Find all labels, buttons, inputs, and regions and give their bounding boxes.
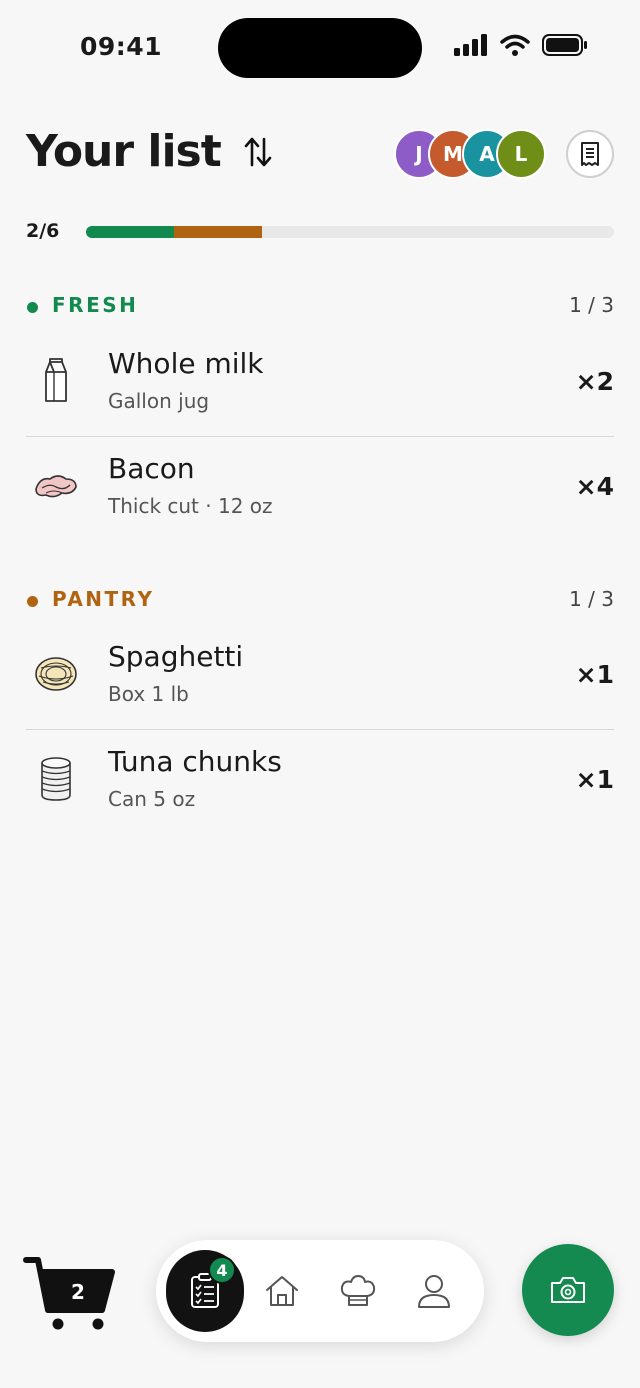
- signal-icon: [454, 34, 487, 56]
- home-icon: [266, 1276, 298, 1306]
- progress-fresh-segment: [86, 226, 175, 238]
- profile-icon: [418, 1275, 450, 1308]
- progress-bar: [86, 226, 614, 238]
- section-count: 1 / 3: [569, 587, 614, 611]
- item-name: Spaghetti: [108, 640, 244, 673]
- status-time: 09:41: [80, 32, 163, 61]
- list-item[interactable]: Spaghetti Box 1 lb ×1: [26, 626, 614, 730]
- list-item[interactable]: Whole milk Gallon jug ×2: [26, 333, 614, 437]
- section-header-fresh: FRESH 1 / 3: [26, 293, 614, 323]
- item-name: Bacon: [108, 452, 195, 485]
- bacon-icon: [30, 460, 82, 512]
- nav-home-tab[interactable]: [262, 1271, 302, 1311]
- nav-recipes-tab[interactable]: [338, 1271, 378, 1311]
- section-title: PANTRY: [52, 587, 155, 611]
- list-progress: 2/6: [26, 220, 614, 244]
- tin-can-icon: [30, 753, 82, 805]
- nav-list-tab[interactable]: 4: [166, 1250, 244, 1332]
- sort-button[interactable]: [240, 132, 276, 172]
- battery-icon: [542, 34, 587, 56]
- collaborator-avatars[interactable]: J M A L: [394, 129, 546, 179]
- progress-label: 2/6: [26, 220, 60, 242]
- wifi-icon: [500, 34, 530, 56]
- list-item[interactable]: Tuna chunks Can 5 oz ×1: [26, 731, 614, 835]
- item-quantity[interactable]: ×4: [576, 472, 614, 501]
- item-detail: Gallon jug: [108, 389, 210, 413]
- item-name: Tuna chunks: [108, 745, 282, 778]
- item-detail: Thick cut · 12 oz: [108, 494, 273, 518]
- item-quantity[interactable]: ×1: [576, 765, 614, 794]
- status-bar: 09:41: [0, 0, 640, 96]
- camera-icon: [551, 1277, 585, 1303]
- cart-count: 2: [71, 1280, 85, 1304]
- milk-carton-icon: [30, 355, 82, 407]
- section-count: 1 / 3: [569, 293, 614, 317]
- list-item[interactable]: Bacon Thick cut · 12 oz ×4: [26, 438, 614, 542]
- cart-button[interactable]: 2: [22, 1254, 116, 1334]
- receipt-button[interactable]: [566, 130, 614, 178]
- receipt-icon: [581, 142, 599, 166]
- item-name: Whole milk: [108, 347, 264, 380]
- section-dot: [27, 302, 38, 313]
- section-header-pantry: PANTRY 1 / 3: [26, 587, 614, 617]
- chef-hat-icon: [340, 1275, 376, 1306]
- avatar[interactable]: L: [496, 129, 546, 179]
- list-header: Your list J M A L: [26, 120, 614, 188]
- scan-camera-button[interactable]: [522, 1244, 614, 1336]
- item-detail: Box 1 lb: [108, 682, 189, 706]
- section-title: FRESH: [52, 293, 139, 317]
- progress-pantry-segment: [174, 226, 263, 238]
- nav-profile-tab[interactable]: [414, 1271, 454, 1311]
- item-quantity[interactable]: ×2: [576, 367, 614, 396]
- list-badge: 4: [208, 1256, 236, 1284]
- page-title: Your list: [26, 126, 222, 177]
- bottom-nav: 4: [156, 1240, 484, 1342]
- dynamic-island: [218, 18, 422, 78]
- spaghetti-icon: [30, 648, 82, 700]
- status-icons: [454, 34, 588, 56]
- sort-arrows-icon: [244, 137, 272, 167]
- item-quantity[interactable]: ×1: [576, 660, 614, 689]
- item-detail: Can 5 oz: [108, 787, 196, 811]
- section-dot: [27, 596, 38, 607]
